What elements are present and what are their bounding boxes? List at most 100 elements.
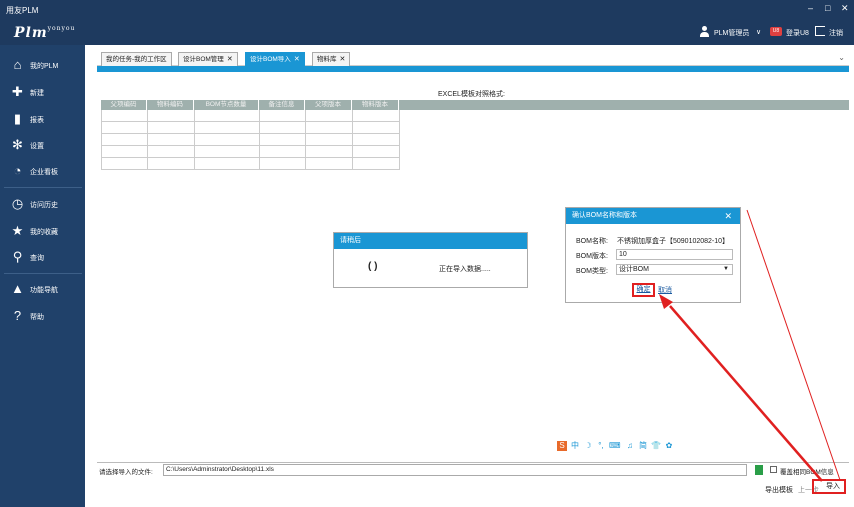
grid-line bbox=[399, 110, 400, 170]
sidebar-item-settings[interactable]: ✻ 设置 bbox=[0, 132, 85, 158]
bom-version-field[interactable]: 10 bbox=[616, 249, 733, 260]
search-icon: ⚲ bbox=[12, 249, 23, 264]
sidebar-divider bbox=[4, 187, 82, 188]
plm-logo: Plmyonyou bbox=[14, 25, 75, 41]
grid-line bbox=[305, 110, 306, 170]
user-name[interactable]: PLM管理员 bbox=[714, 28, 749, 38]
sidebar-item-label: 新建 bbox=[30, 90, 44, 97]
window-titlebar: 用友PLM – □ ✕ bbox=[0, 0, 854, 20]
chevron-down-icon[interactable]: ∨ bbox=[756, 28, 761, 36]
sidebar-divider bbox=[4, 273, 82, 274]
loading-message: 正在导入数据..... bbox=[439, 266, 491, 273]
new-icon: ✚ bbox=[12, 84, 23, 99]
grid-line bbox=[352, 110, 353, 170]
sidebar-item-history[interactable]: ◷ 访问历史 bbox=[0, 191, 85, 217]
cancel-button[interactable]: 取消 bbox=[658, 285, 672, 295]
tab-bar: 我的任务-我的工作区 设计BOM管理 ✕ 设计BOM导入 ✕ 物料库 ✕ ⌄ bbox=[97, 50, 849, 67]
minimize-icon[interactable]: – bbox=[808, 3, 813, 13]
sidebar-item-favorites[interactable]: ★ 我的收藏 bbox=[0, 218, 85, 244]
help-icon: ? bbox=[13, 308, 22, 323]
maximize-icon[interactable]: □ bbox=[825, 3, 830, 13]
grid-col-header: 父项版本 bbox=[305, 100, 352, 110]
tab-accent-bar bbox=[97, 66, 849, 72]
close-icon[interactable]: ✕ bbox=[340, 56, 346, 63]
excel-template-title: EXCEL模板对照格式: bbox=[438, 91, 505, 98]
grid-line bbox=[259, 110, 260, 170]
tab-design-bom-manage[interactable]: 设计BOM管理 ✕ bbox=[178, 52, 238, 67]
bom-name-label: BOM名称: bbox=[576, 238, 608, 245]
bom-name-value: 不锈钢加厚盒子【5090102082-10】 bbox=[617, 238, 730, 245]
file-path-input[interactable]: C:\Users\Adminstrator\Desktop\11.xls bbox=[163, 464, 747, 476]
logout-link[interactable]: 注销 bbox=[829, 28, 843, 38]
chevron-down-icon[interactable]: ⌄ bbox=[838, 53, 845, 62]
import-button[interactable]: 导入 bbox=[812, 479, 846, 494]
moon-icon[interactable]: ☽ bbox=[583, 441, 593, 451]
sogou-icon[interactable]: S bbox=[557, 441, 567, 451]
report-icon: ▮ bbox=[13, 111, 22, 126]
sidebar-item-label: 设置 bbox=[30, 143, 44, 150]
shirt-icon[interactable]: 👕 bbox=[651, 441, 661, 451]
confirm-button[interactable]: 确定 bbox=[632, 283, 655, 297]
grid-line bbox=[147, 110, 148, 170]
tab-material-library[interactable]: 物料库 ✕ bbox=[312, 52, 351, 67]
chinese-input-icon[interactable]: 中 bbox=[570, 441, 580, 451]
sidebar-item-label: 企业看板 bbox=[30, 169, 58, 176]
grid-line bbox=[194, 110, 195, 170]
sidebar-item-new[interactable]: ✚ 新建 bbox=[0, 79, 85, 105]
sidebar-item-search[interactable]: ⚲ 查询 bbox=[0, 244, 85, 270]
grid-col-header: 物料版本 bbox=[352, 100, 399, 110]
pie-icon: ◔ bbox=[13, 163, 22, 178]
table-row bbox=[101, 158, 399, 170]
tab-label: 我的任务-我的工作区 bbox=[106, 56, 167, 63]
gear-icon: ✻ bbox=[12, 137, 23, 152]
grid-col-header: 备注信息 bbox=[259, 100, 305, 110]
table-row bbox=[101, 134, 399, 146]
grid-col-header: 物料编码 bbox=[147, 100, 194, 110]
sidebar-item-label: 帮助 bbox=[30, 314, 44, 321]
keyboard-icon[interactable]: ⌨ bbox=[609, 441, 621, 451]
overwrite-checkbox[interactable] bbox=[770, 466, 777, 473]
sidebar-item-label: 报表 bbox=[30, 117, 44, 124]
logout-icon bbox=[815, 26, 825, 36]
loading-dialog: 请稍后 ( ) 正在导入数据..... bbox=[333, 232, 528, 288]
sidebar-item-my-plm[interactable]: ⌂ 我的PLM bbox=[0, 52, 85, 78]
table-row bbox=[101, 122, 399, 134]
close-icon[interactable]: ✕ bbox=[724, 208, 732, 224]
tab-design-bom-import[interactable]: 设计BOM导入 ✕ bbox=[245, 52, 305, 67]
close-icon[interactable]: ✕ bbox=[841, 3, 849, 14]
sidebar-item-report[interactable]: ▮ 报表 bbox=[0, 106, 85, 132]
logo-text: Plm bbox=[14, 25, 48, 41]
sidebar: ⌂ 我的PLM ✚ 新建 ▮ 报表 ✻ 设置 ◔ 企业看板 ◷ 访问历史 ★ 我的收藏 ⚲ 查询… bbox=[0, 45, 85, 507]
navigation-icon: ▲ bbox=[11, 281, 24, 296]
punctuation-icon[interactable]: °, bbox=[596, 441, 606, 451]
overwrite-label: 覆盖相同BOM信息 bbox=[780, 469, 834, 476]
u8-icon: U8 bbox=[770, 27, 782, 36]
tab-label: 设计BOM导入 bbox=[250, 56, 291, 63]
dialog-title: 确认BOM名称和版本 bbox=[572, 212, 637, 219]
simplified-icon[interactable]: 简 bbox=[638, 441, 648, 451]
close-icon[interactable]: ✕ bbox=[227, 56, 233, 63]
voice-icon[interactable]: ♫ bbox=[625, 441, 635, 451]
sidebar-item-label: 我的收藏 bbox=[30, 229, 58, 236]
grid-col-header: BOM节点数量 bbox=[194, 100, 259, 110]
loading-title: 请稍后 bbox=[334, 233, 527, 249]
settings-icon[interactable]: ✿ bbox=[664, 441, 674, 451]
bom-type-label: BOM类型: bbox=[576, 268, 608, 275]
logo-sub: yonyou bbox=[47, 25, 76, 32]
grid-col-header: 父项编码 bbox=[101, 100, 147, 110]
dropdown-arrow-icon: ▼ bbox=[723, 266, 729, 272]
sidebar-item-dashboard[interactable]: ◔ 企业看板 bbox=[0, 158, 85, 184]
export-template-button[interactable]: 导出模板 bbox=[765, 485, 793, 495]
home-icon: ⌂ bbox=[13, 57, 22, 72]
spinner-icon: ( ) bbox=[368, 261, 378, 272]
tab-label: 设计BOM管理 bbox=[183, 56, 224, 63]
excel-file-icon[interactable] bbox=[755, 465, 763, 475]
login-u8-link[interactable]: 登录U8 bbox=[786, 28, 809, 38]
sidebar-item-help[interactable]: ? 帮助 bbox=[0, 303, 85, 329]
tab-my-tasks[interactable]: 我的任务-我的工作区 bbox=[101, 52, 172, 67]
sidebar-item-navigation[interactable]: ▲ 功能导航 bbox=[0, 276, 85, 302]
star-icon: ★ bbox=[11, 223, 24, 238]
bom-type-select[interactable]: 设计BOM ▼ bbox=[616, 264, 733, 275]
close-icon[interactable]: ✕ bbox=[294, 56, 300, 63]
file-bar: 请选择导入的文件: C:\Users\Adminstrator\Desktop\… bbox=[97, 462, 849, 477]
